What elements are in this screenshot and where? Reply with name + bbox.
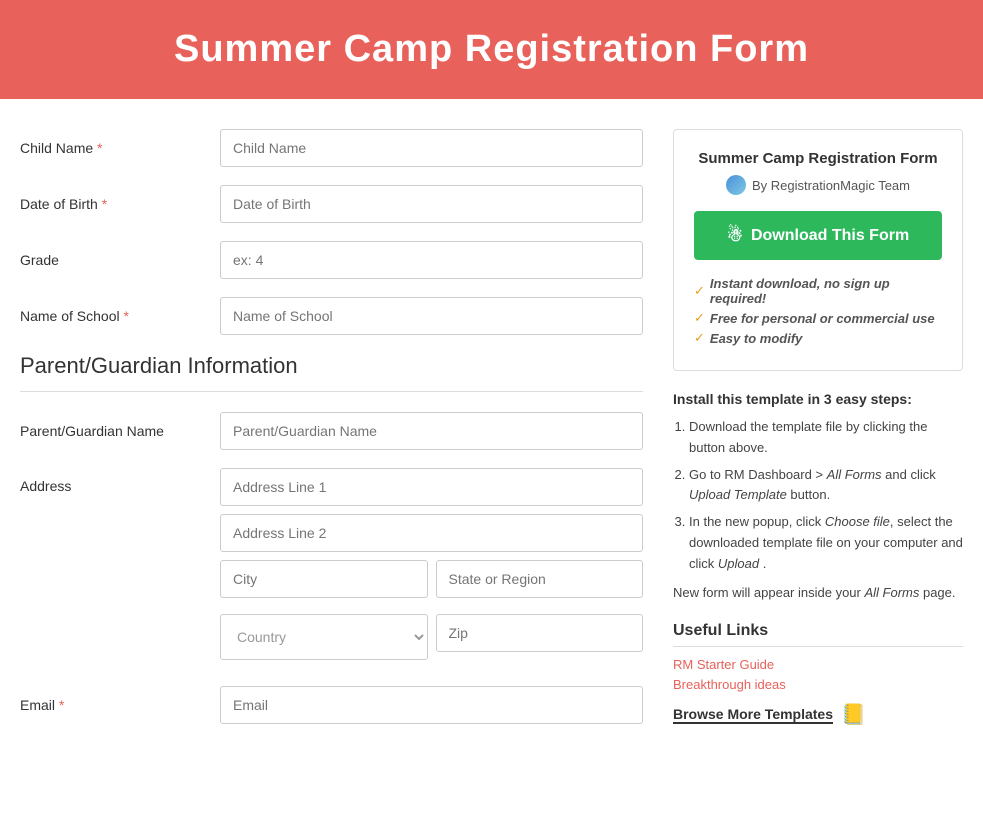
useful-links-divider (673, 646, 963, 647)
breakthrough-ideas-link[interactable]: Breakthrough ideas (673, 677, 963, 692)
rm-starter-guide-link[interactable]: RM Starter Guide (673, 657, 963, 672)
dob-row: Date of Birth * (20, 185, 643, 223)
sidebar: Summer Camp Registration Form By Registr… (673, 129, 963, 742)
email-row: Email * (20, 686, 643, 724)
feature-item: ✓ Free for personal or commercial use (694, 310, 942, 326)
address-row: Address Country United States United Kin… (20, 468, 643, 668)
useful-links-section: Useful Links RM Starter Guide Breakthrou… (673, 612, 963, 727)
state-input[interactable] (436, 560, 644, 598)
address-label: Address (20, 468, 220, 494)
author-name: By RegistrationMagic Team (752, 178, 910, 193)
grade-row: Grade (20, 241, 643, 279)
sidebar-card: Summer Camp Registration Form By Registr… (673, 129, 963, 371)
install-steps: Download the template file by clicking t… (673, 417, 963, 575)
templates-icon: 📒 (841, 702, 866, 727)
dob-label: Date of Birth * (20, 196, 220, 212)
feature-text: Easy to modify (710, 331, 802, 346)
page-header: Summer Camp Registration Form (0, 0, 983, 99)
sidebar-author: By RegistrationMagic Team (694, 175, 942, 195)
page-title: Summer Camp Registration Form (20, 28, 963, 71)
required-indicator: * (102, 196, 107, 212)
address-block: Country United States United Kingdom Can… (220, 468, 643, 668)
feature-text: Instant download, no sign up required! (710, 276, 942, 306)
useful-links-title: Useful Links (673, 622, 963, 640)
feature-text: Free for personal or commercial use (710, 311, 935, 326)
install-title: Install this template in 3 easy steps: (673, 391, 963, 407)
install-step: In the new popup, click Choose file, sel… (689, 512, 963, 574)
grade-label: Grade (20, 252, 220, 268)
child-name-row: Child Name * (20, 129, 643, 167)
checkmark-icon: ✓ (694, 283, 705, 299)
email-label: Email * (20, 697, 220, 713)
required-indicator: * (124, 308, 129, 324)
download-icon: ☃ (727, 225, 743, 246)
browse-templates-row: Browse More Templates 📒 (673, 702, 963, 727)
city-state-row (220, 560, 643, 606)
main-content: Child Name * Date of Birth * Grade Name … (0, 99, 983, 772)
guardian-name-input[interactable] (220, 412, 643, 450)
guardian-section-heading: Parent/Guardian Information (20, 353, 643, 379)
zip-input[interactable] (436, 614, 644, 652)
email-input[interactable] (220, 686, 643, 724)
author-avatar (726, 175, 746, 195)
feature-item: ✓ Easy to modify (694, 330, 942, 346)
child-name-input[interactable] (220, 129, 643, 167)
sidebar-card-title: Summer Camp Registration Form (694, 150, 942, 167)
address-line2-input[interactable] (220, 514, 643, 552)
browse-templates-link[interactable]: Browse More Templates (673, 706, 833, 724)
feature-list: ✓ Instant download, no sign up required!… (694, 276, 942, 346)
section-divider (20, 391, 643, 392)
grade-input[interactable] (220, 241, 643, 279)
install-note: New form will appear inside your All For… (673, 583, 963, 603)
country-zip-row: Country United States United Kingdom Can… (220, 614, 643, 660)
install-step: Go to RM Dashboard > All Forms and click… (689, 465, 963, 507)
city-input[interactable] (220, 560, 428, 598)
school-name-row: Name of School * (20, 297, 643, 335)
school-name-input[interactable] (220, 297, 643, 335)
required-indicator: * (59, 697, 64, 713)
dob-input[interactable] (220, 185, 643, 223)
checkmark-icon: ✓ (694, 310, 705, 326)
child-name-label: Child Name * (20, 140, 220, 156)
guardian-name-row: Parent/Guardian Name (20, 412, 643, 450)
country-select[interactable]: Country United States United Kingdom Can… (220, 614, 428, 660)
address-line1-input[interactable] (220, 468, 643, 506)
school-name-label: Name of School * (20, 308, 220, 324)
feature-item: ✓ Instant download, no sign up required! (694, 276, 942, 306)
download-button[interactable]: ☃ Download This Form (694, 211, 942, 260)
form-section: Child Name * Date of Birth * Grade Name … (20, 129, 643, 742)
download-button-label: Download This Form (751, 227, 909, 245)
required-indicator: * (97, 140, 102, 156)
install-section: Install this template in 3 easy steps: D… (673, 391, 963, 612)
checkmark-icon: ✓ (694, 330, 705, 346)
guardian-name-label: Parent/Guardian Name (20, 423, 220, 439)
install-step: Download the template file by clicking t… (689, 417, 963, 459)
